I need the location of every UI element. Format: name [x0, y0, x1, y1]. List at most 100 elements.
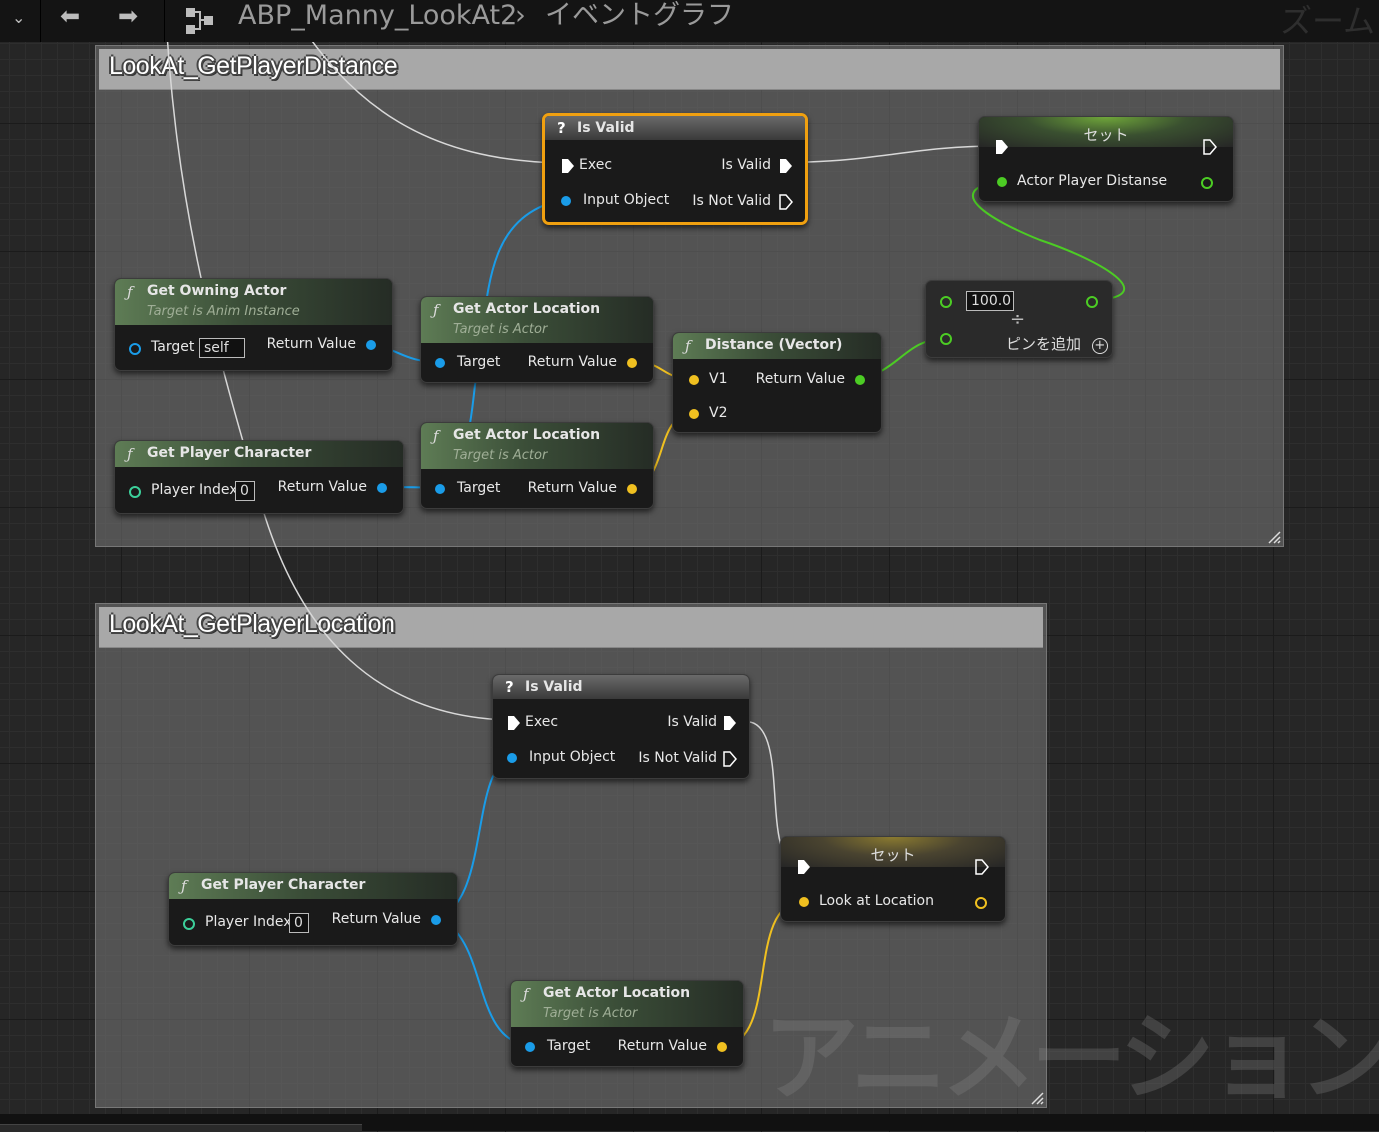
- object-pin[interactable]: [507, 753, 517, 763]
- pin-label: Is Valid: [721, 157, 771, 173]
- node-header[interactable]: セット: [979, 117, 1233, 147]
- pin-label: Return Value: [527, 480, 617, 496]
- function-icon: ƒ: [127, 445, 133, 463]
- get-player-character-node[interactable]: ƒ Get Player Character Player Index 0 Re…: [168, 872, 458, 946]
- float-out-pin[interactable]: [1201, 177, 1213, 189]
- comment-title: LookAt_GetPlayerLocation: [109, 610, 395, 638]
- node-subtitle: Target is Actor: [543, 1006, 638, 1021]
- set-variable-node[interactable]: セット Look at Location: [780, 836, 1006, 922]
- node-header[interactable]: ƒ Get Actor Location Target is Actor: [511, 981, 743, 1027]
- function-icon: ƒ: [433, 427, 439, 445]
- node-title: セット: [1083, 126, 1129, 144]
- object-out-pin[interactable]: [377, 483, 387, 493]
- get-actor-location-node[interactable]: ƒ Get Actor Location Target is Actor Tar…: [510, 980, 744, 1067]
- exec-out-pin-icon[interactable]: [1203, 139, 1217, 155]
- exec-in-pin-icon[interactable]: [507, 715, 521, 731]
- pin-label: V2: [709, 405, 728, 421]
- node-header[interactable]: ƒ Get Player Character: [115, 441, 403, 467]
- back-arrow-icon[interactable]: ⬅: [60, 2, 80, 30]
- get-owning-actor-node[interactable]: ƒ Get Owning Actor Target is Anim Instan…: [114, 278, 393, 371]
- node-subtitle: Target is Actor: [453, 448, 548, 463]
- float-pin[interactable]: [940, 296, 952, 308]
- vector-out-pin[interactable]: [975, 897, 987, 909]
- node-title: Is Valid: [525, 679, 583, 695]
- pin-label: Target: [457, 480, 501, 496]
- exec-in-pin-icon[interactable]: [995, 139, 1009, 155]
- resize-grip-icon[interactable]: [1265, 528, 1281, 544]
- vector-pin[interactable]: [689, 375, 699, 385]
- node-title: Distance (Vector): [705, 337, 843, 353]
- float-pin[interactable]: [940, 333, 952, 345]
- node-header[interactable]: ƒ Get Actor Location Target is Actor: [421, 423, 653, 469]
- object-out-pin[interactable]: [366, 340, 376, 350]
- vector-out-pin[interactable]: [627, 484, 637, 494]
- is-valid-node[interactable]: ? Is Valid Exec Is Valid Input Object Is…: [542, 113, 808, 225]
- node-header[interactable]: セット: [781, 837, 1005, 867]
- vector-pin[interactable]: [689, 409, 699, 419]
- node-header[interactable]: ƒ Get Player Character: [169, 873, 457, 899]
- object-pin[interactable]: [561, 196, 571, 206]
- object-pin[interactable]: [435, 484, 445, 494]
- float-out-pin[interactable]: [855, 375, 865, 385]
- add-pin-button[interactable]: ピンを追加 +: [1006, 333, 1108, 354]
- breadcrumb-graph[interactable]: イベントグラフ: [545, 0, 734, 32]
- node-title: Get Actor Location: [543, 985, 691, 1001]
- exec-out-pin-icon[interactable]: [723, 715, 737, 731]
- pin-label: Exec: [525, 714, 559, 730]
- object-out-pin[interactable]: [431, 915, 441, 925]
- node-title: セット: [870, 846, 916, 864]
- chevron-down-icon[interactable]: ⌄: [12, 8, 25, 27]
- pin-label: Input Object: [583, 192, 670, 208]
- get-actor-location-node[interactable]: ƒ Get Actor Location Target is Actor Tar…: [420, 422, 654, 509]
- float-pin[interactable]: [997, 177, 1007, 187]
- function-icon: ƒ: [127, 283, 133, 301]
- exec-in-pin-icon[interactable]: [797, 859, 811, 875]
- pin-label: Is Not Valid: [638, 750, 717, 766]
- is-valid-node[interactable]: ? Is Valid Exec Is Valid Input Object Is…: [492, 674, 750, 779]
- pin-label: Return Value: [755, 371, 845, 387]
- question-icon: ?: [505, 678, 514, 696]
- get-actor-location-node[interactable]: ƒ Get Actor Location Target is Actor Tar…: [420, 296, 654, 383]
- vector-out-pin[interactable]: [627, 358, 637, 368]
- node-header[interactable]: ƒ Get Owning Actor Target is Anim Instan…: [115, 279, 392, 325]
- float-out-pin[interactable]: [1086, 296, 1098, 308]
- exec-out-pin-icon[interactable]: [779, 158, 793, 174]
- vector-pin[interactable]: [799, 897, 809, 907]
- pin-label: Player Index: [205, 914, 292, 930]
- breadcrumb-asset[interactable]: ABP_Manny_LookAt2: [238, 0, 517, 32]
- player-index-input[interactable]: 0: [289, 913, 309, 933]
- pin-label: Return Value: [277, 479, 367, 495]
- comment-header[interactable]: LookAt_GetPlayerDistance: [99, 49, 1280, 90]
- forward-arrow-icon[interactable]: ➡: [118, 2, 138, 30]
- divisor-input[interactable]: 100.0: [966, 291, 1014, 311]
- distance-vector-node[interactable]: ƒ Distance (Vector) V1 Return Value V2: [672, 332, 882, 433]
- node-header[interactable]: ? Is Valid: [545, 116, 805, 140]
- object-pin[interactable]: [129, 343, 141, 355]
- node-header[interactable]: ƒ Get Actor Location Target is Actor: [421, 297, 653, 343]
- node-header[interactable]: ƒ Distance (Vector): [673, 333, 881, 359]
- int-pin[interactable]: [183, 918, 195, 930]
- pin-label: Return Value: [331, 911, 421, 927]
- pin-label: Target: [151, 339, 195, 355]
- comment-header[interactable]: LookAt_GetPlayerLocation: [99, 607, 1043, 648]
- toolbar-dropdown[interactable]: ⌄: [0, 0, 41, 42]
- get-player-character-node[interactable]: ƒ Get Player Character Player Index 0 Re…: [114, 440, 404, 514]
- exec-in-pin-icon[interactable]: [561, 158, 575, 174]
- object-pin[interactable]: [525, 1042, 535, 1052]
- function-icon: ƒ: [523, 985, 529, 1003]
- node-title: Get Actor Location: [453, 301, 601, 317]
- divide-node[interactable]: 100.0 ÷ ピンを追加 +: [925, 280, 1113, 358]
- int-pin[interactable]: [129, 486, 141, 498]
- node-header[interactable]: ? Is Valid: [493, 675, 749, 699]
- object-pin[interactable]: [435, 358, 445, 368]
- exec-out-pin-icon[interactable]: [779, 194, 793, 210]
- set-variable-node[interactable]: セット Actor Player Distanse: [978, 116, 1234, 202]
- node-title: Get Player Character: [201, 877, 366, 893]
- exec-out-pin-icon[interactable]: [723, 751, 737, 767]
- exec-out-pin-icon[interactable]: [975, 859, 989, 875]
- vector-out-pin[interactable]: [717, 1042, 727, 1052]
- player-index-input[interactable]: 0: [235, 481, 255, 501]
- add-pin-label: ピンを追加: [1006, 335, 1082, 353]
- node-title: Get Player Character: [147, 445, 312, 461]
- target-input[interactable]: self: [199, 338, 245, 358]
